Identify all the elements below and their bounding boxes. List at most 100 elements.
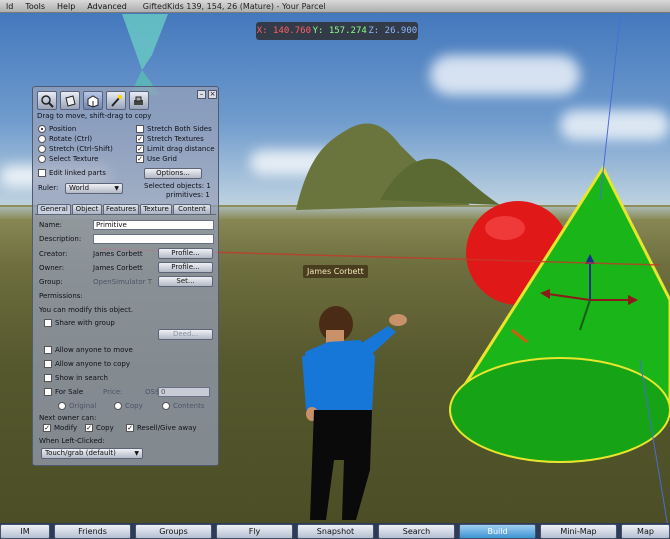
left-click-label: When Left-Clicked:	[39, 437, 105, 445]
tab-content[interactable]: Content	[173, 204, 211, 214]
group-set-button[interactable]: Set...	[158, 276, 213, 287]
y-coordinate: Y: 157.274	[312, 26, 367, 36]
z-coordinate: Z: 26.900	[368, 26, 418, 36]
show-in-search-checkbox[interactable]	[44, 374, 52, 382]
coordinate-readout: X: 140.760 Y: 157.274 Z: 26.900	[256, 22, 418, 40]
mode-select-texture-label: Select Texture	[49, 155, 99, 163]
stretch-both-sides-checkbox[interactable]	[136, 125, 144, 133]
hourglass-tower	[122, 14, 168, 70]
price-field[interactable]: 0	[158, 387, 210, 397]
menu-world[interactable]: ld	[0, 2, 19, 11]
grab-hand-icon	[65, 94, 76, 107]
mini-map-button[interactable]: Mini-Map	[540, 524, 617, 539]
chevron-down-icon: ▼	[114, 185, 119, 192]
build-button[interactable]: Build	[459, 524, 536, 539]
edit-tool-button[interactable]	[83, 91, 103, 110]
name-field[interactable]: Primitive	[93, 220, 214, 230]
groups-button[interactable]: Groups	[135, 524, 212, 539]
map-button[interactable]: Map	[621, 524, 670, 539]
mode-rotate-radio[interactable]	[38, 135, 46, 143]
tab-features[interactable]: Features	[103, 204, 139, 214]
sale-contents-radio[interactable]	[162, 402, 170, 410]
move-tool-button[interactable]	[60, 91, 80, 110]
options-button[interactable]: Options...	[144, 168, 202, 179]
show-in-search-label: Show in search	[55, 374, 108, 382]
next-modify-checkbox[interactable]: ✓	[43, 424, 51, 432]
next-resell-label: Resell/Give away	[137, 424, 197, 432]
price-label: Price:	[103, 388, 123, 396]
parcel-info[interactable]: GiftedKids 139, 154, 26 (Mature) - Your …	[143, 2, 326, 11]
sale-original-radio[interactable]	[58, 402, 66, 410]
creator-label: Creator:	[39, 250, 68, 258]
description-label: Description:	[39, 235, 82, 243]
allow-copy-label: Allow anyone to copy	[55, 360, 131, 368]
primitives-count: primitives: 1	[166, 191, 210, 199]
ruler-dropdown[interactable]: World ▼	[65, 183, 123, 194]
sale-copy-radio[interactable]	[114, 402, 122, 410]
share-group-label: Share with group	[55, 319, 115, 327]
focus-tool-button[interactable]	[37, 91, 57, 110]
cube-icon	[87, 94, 99, 108]
owner-value: James Corbett	[93, 264, 143, 272]
left-click-dropdown[interactable]: Touch/grab (default) ▼	[41, 448, 143, 459]
menu-bar: ld Tools Help Advanced GiftedKids 139, 1…	[0, 0, 670, 13]
selected-objects-count: Selected objects: 1	[144, 182, 211, 190]
next-copy-label: Copy	[96, 424, 114, 432]
sale-original-label: Original	[69, 402, 97, 410]
allow-move-checkbox[interactable]	[44, 346, 52, 354]
tab-general[interactable]: General	[37, 204, 71, 214]
group-label: Group:	[39, 278, 63, 286]
search-button[interactable]: Search	[378, 524, 455, 539]
use-grid-checkbox[interactable]: ✓	[136, 155, 144, 163]
land-tool-button[interactable]	[129, 91, 149, 110]
allow-copy-checkbox[interactable]	[44, 360, 52, 368]
limit-drag-checkbox[interactable]: ✓	[136, 145, 144, 153]
mode-select-texture-radio[interactable]	[38, 155, 46, 163]
owner-profile-button[interactable]: Profile...	[158, 262, 213, 273]
deed-button[interactable]: Deed...	[158, 329, 213, 340]
next-owner-label: Next owner can:	[39, 414, 97, 422]
create-tool-button[interactable]	[106, 91, 126, 110]
limit-drag-label: Limit drag distance	[147, 145, 215, 153]
share-group-checkbox[interactable]	[44, 319, 52, 327]
ruler-label: Ruler:	[38, 184, 59, 192]
magnifier-icon	[41, 94, 54, 108]
name-label: Name:	[39, 221, 63, 229]
edit-linked-label: Edit linked parts	[49, 169, 106, 177]
mode-position-label: Position	[49, 125, 77, 133]
next-modify-label: Modify	[54, 424, 78, 432]
menu-tools[interactable]: Tools	[19, 2, 51, 11]
use-grid-label: Use Grid	[147, 155, 177, 163]
menu-advanced[interactable]: Advanced	[81, 2, 133, 11]
snapshot-button[interactable]: Snapshot	[297, 524, 374, 539]
fly-button[interactable]: Fly	[216, 524, 293, 539]
for-sale-label: For Sale	[55, 388, 84, 396]
creator-value: James Corbett	[93, 250, 143, 258]
sale-contents-label: Contents	[173, 402, 205, 410]
next-resell-checkbox[interactable]: ✓	[126, 424, 134, 432]
for-sale-checkbox[interactable]	[44, 388, 52, 396]
creator-profile-button[interactable]: Profile...	[158, 248, 213, 259]
mode-position-radio[interactable]	[38, 125, 46, 133]
bulldozer-icon	[134, 96, 143, 105]
owner-label: Owner:	[39, 264, 65, 272]
stretch-textures-checkbox[interactable]: ✓	[136, 135, 144, 143]
left-click-value: Touch/grab (default)	[45, 449, 116, 457]
minimize-button[interactable]: –	[197, 90, 206, 99]
mode-stretch-radio[interactable]	[38, 145, 46, 153]
tab-texture[interactable]: Texture	[140, 204, 172, 214]
sale-copy-label: Copy	[125, 402, 143, 410]
description-field[interactable]	[93, 234, 214, 244]
friends-button[interactable]: Friends	[54, 524, 131, 539]
mode-stretch-label: Stretch (Ctrl-Shift)	[49, 145, 113, 153]
tab-divider	[35, 214, 216, 215]
im-button[interactable]: IM	[0, 524, 50, 539]
close-button[interactable]: ×	[208, 90, 217, 99]
wand-icon	[111, 94, 122, 107]
next-copy-checkbox[interactable]: ✓	[85, 424, 93, 432]
stretch-textures-label: Stretch Textures	[147, 135, 204, 143]
tab-object[interactable]: Object	[72, 204, 102, 214]
menu-help[interactable]: Help	[51, 2, 81, 11]
avatar-figure	[302, 306, 407, 520]
edit-linked-checkbox[interactable]	[38, 169, 46, 177]
